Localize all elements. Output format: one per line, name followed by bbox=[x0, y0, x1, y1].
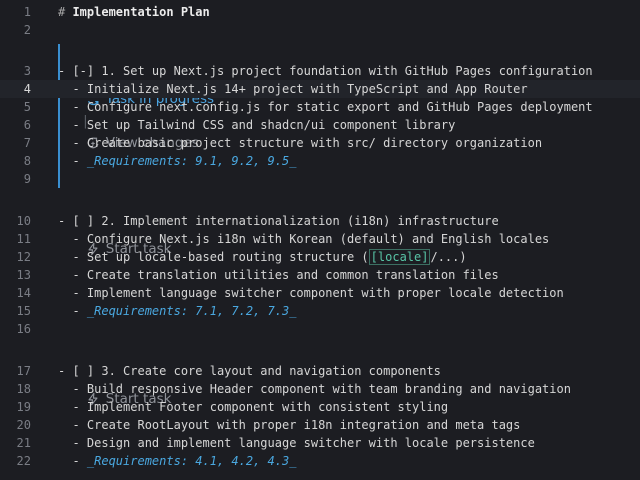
line-number: 12 bbox=[16, 250, 31, 264]
requirements-ref: _Requirements: 7.1, 7.2, 7.3_ bbox=[86, 304, 297, 318]
line-text: - [ ] 3. Create core layout and navigati… bbox=[58, 362, 441, 380]
text-segment: - Build responsive Header component with… bbox=[58, 382, 571, 396]
editor-line[interactable]: 3 - [-] 1. Set up Next.js project foundat… bbox=[0, 62, 640, 80]
line-text: - Configure next.config.js for static ex… bbox=[58, 98, 593, 116]
text-segment: - Implement Footer component with consis… bbox=[58, 400, 449, 414]
editor-line[interactable]: 7 - Create basic project structure with … bbox=[0, 134, 640, 152]
line-number: 22 bbox=[16, 454, 31, 468]
line-text: - Create basic project structure with sr… bbox=[58, 134, 542, 152]
line-number: 1 bbox=[23, 5, 31, 19]
editor-line[interactable]: 14 - Implement language switcher compone… bbox=[0, 284, 640, 302]
editor-line[interactable]: 19 - Implement Footer component with con… bbox=[0, 398, 640, 416]
line-number: 19 bbox=[16, 400, 31, 414]
line-number: 4 bbox=[23, 82, 31, 96]
editor-line[interactable]: 21 - Design and implement language switc… bbox=[0, 434, 640, 452]
text-segment: - [ ] 3. Create core layout and navigati… bbox=[58, 364, 441, 378]
text-segment: - bbox=[58, 454, 87, 468]
text-segment: Implementation Plan bbox=[72, 5, 210, 19]
editor-line[interactable]: 11 - Configure Next.js i18n with Korean … bbox=[0, 230, 640, 248]
line-text: - Create RootLayout with proper i18n int… bbox=[58, 416, 520, 434]
line-number: 2 bbox=[23, 23, 31, 37]
line-text: - Implement language switcher component … bbox=[58, 284, 564, 302]
editor-line[interactable]: 5 - Configure next.config.js for static … bbox=[0, 98, 640, 116]
line-text: - [-] 1. Set up Next.js project foundati… bbox=[58, 62, 593, 80]
text-segment: - Implement language switcher component … bbox=[58, 286, 564, 300]
line-text: - Create translation utilities and commo… bbox=[58, 266, 499, 284]
editor-line[interactable]: 15 - _Requirements: 7.1, 7.2, 7.3_ bbox=[0, 302, 640, 320]
text-segment: - bbox=[58, 304, 87, 318]
line-number: 8 bbox=[23, 154, 31, 168]
line-number: 17 bbox=[16, 364, 31, 378]
text-segment: /...) bbox=[430, 250, 467, 264]
editor-line[interactable]: 18 - Build responsive Header component w… bbox=[0, 380, 640, 398]
editor-line[interactable]: 10 - [ ] 2. Implement internationalizatio… bbox=[0, 212, 640, 230]
line-number: 21 bbox=[16, 436, 31, 450]
text-segment: - [-] 1. Set up Next.js project foundati… bbox=[58, 64, 593, 78]
requirements-ref: _Requirements: 4.1, 4.2, 4.3_ bbox=[86, 454, 297, 468]
line-number: 13 bbox=[16, 268, 31, 282]
line-number: 18 bbox=[16, 382, 31, 396]
line-text: - Set up locale-based routing structure … bbox=[58, 248, 467, 266]
line-number: 9 bbox=[23, 172, 31, 186]
line-number: 5 bbox=[23, 100, 31, 114]
line-number: 11 bbox=[16, 232, 31, 246]
line-text: - [ ] 2. Implement internationalization … bbox=[58, 212, 499, 230]
editor-line[interactable]: 22 - _Requirements: 4.1, 4.2, 4.3_ bbox=[0, 452, 640, 470]
text-segment: - Create RootLayout with proper i18n int… bbox=[58, 418, 521, 432]
line-text: - Configure Next.js i18n with Korean (de… bbox=[58, 230, 549, 248]
line-text: - _Requirements: 7.1, 7.2, 7.3_ bbox=[58, 302, 296, 320]
text-segment: - Initialize Next.js 14+ project with Ty… bbox=[58, 82, 528, 96]
editor-line[interactable]: 13 - Create translation utilities and co… bbox=[0, 266, 640, 284]
line-number: 10 bbox=[16, 214, 31, 228]
line-text: - Design and implement language switcher… bbox=[58, 434, 535, 452]
line-number: 7 bbox=[23, 136, 31, 150]
line-number: 14 bbox=[16, 286, 31, 300]
editor-line[interactable]: 16 bbox=[0, 320, 640, 338]
line-number: 6 bbox=[23, 118, 31, 132]
text-segment: - Create basic project structure with sr… bbox=[58, 136, 543, 150]
text-segment: - [ ] 2. Implement internationalization … bbox=[58, 214, 499, 228]
line-number: 15 bbox=[16, 304, 31, 318]
text-segment: - Configure next.config.js for static ex… bbox=[58, 100, 593, 114]
requirements-ref: _Requirements: 9.1, 9.2, 9.5_ bbox=[86, 154, 297, 168]
text-segment: - Set up locale-based routing structure … bbox=[58, 250, 369, 264]
locale-token: [locale] bbox=[368, 249, 431, 265]
line-text: - _Requirements: 4.1, 4.2, 4.3_ bbox=[58, 452, 296, 470]
line-text: - Implement Footer component with consis… bbox=[58, 398, 448, 416]
line-text: - Build responsive Header component with… bbox=[58, 380, 571, 398]
editor-line[interactable]: 6 - Set up Tailwind CSS and shadcn/ui co… bbox=[0, 116, 640, 134]
editor-line[interactable]: 2 bbox=[0, 21, 640, 39]
text-segment: - Create translation utilities and commo… bbox=[58, 268, 499, 282]
editor-line[interactable]: 8 - _Requirements: 9.1, 9.2, 9.5_ bbox=[0, 152, 640, 170]
text-segment: - Set up Tailwind CSS and shadcn/ui comp… bbox=[58, 118, 456, 132]
editor-line[interactable]: 4 - Initialize Next.js 14+ project with … bbox=[0, 80, 640, 98]
text-segment: # bbox=[58, 5, 73, 19]
editor-line[interactable]: 9 bbox=[0, 170, 640, 188]
editor-line[interactable]: 1 # Implementation Plan bbox=[0, 3, 640, 21]
editor-line[interactable]: 17 - [ ] 3. Create core layout and naviga… bbox=[0, 362, 640, 380]
text-segment: - Configure Next.js i18n with Korean (de… bbox=[58, 232, 550, 246]
line-number: 20 bbox=[16, 418, 31, 432]
line-text: # Implementation Plan bbox=[58, 3, 210, 21]
editor-line[interactable]: 12 - Set up locale-based routing structu… bbox=[0, 248, 640, 266]
editor-line[interactable]: 20 - Create RootLayout with proper i18n … bbox=[0, 416, 640, 434]
line-number: 3 bbox=[23, 64, 31, 78]
line-text: - Set up Tailwind CSS and shadcn/ui comp… bbox=[58, 116, 455, 134]
text-segment: - bbox=[58, 154, 87, 168]
text-segment: - Design and implement language switcher… bbox=[58, 436, 535, 450]
line-text: - Initialize Next.js 14+ project with Ty… bbox=[58, 80, 528, 98]
line-text: - _Requirements: 9.1, 9.2, 9.5_ bbox=[58, 152, 296, 170]
line-number: 16 bbox=[16, 322, 31, 336]
